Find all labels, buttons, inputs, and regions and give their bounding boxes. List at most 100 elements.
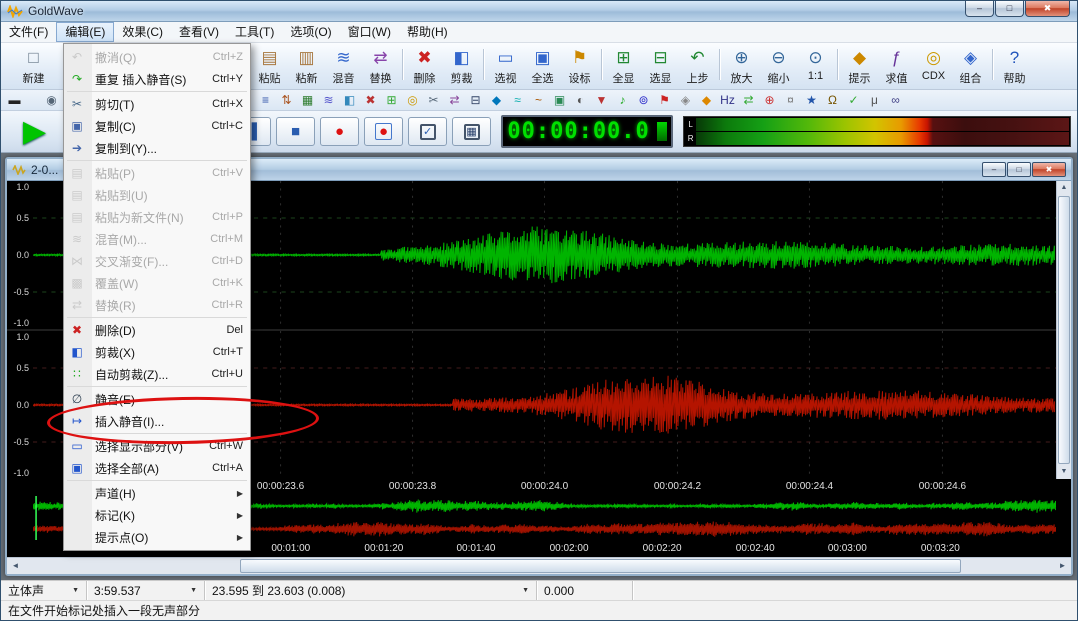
- edit-menu-item-复制[interactable]: ▣复制(C)Ctrl+C: [64, 115, 250, 137]
- document-minimize-button[interactable]: –: [982, 162, 1006, 177]
- scroll-right-arrow[interactable]: ►: [1054, 558, 1071, 574]
- selection-range-selector[interactable]: 23.595 到 23.603 (0.008) ▼: [205, 581, 537, 600]
- toolbar-button-求值[interactable]: ƒ求值: [878, 45, 915, 86]
- edit-menu-item-重复 插入静音[interactable]: ↷重复 插入静音(S)Ctrl+Y: [64, 68, 250, 90]
- record-options-button[interactable]: ✓: [408, 117, 447, 146]
- edit-menu-item-插入静音[interactable]: ↦插入静音(I)...: [64, 410, 250, 432]
- toolbar-button-选显[interactable]: ⊟选显: [642, 45, 679, 86]
- edit-menu-item-替换[interactable]: ⇄替换(R)Ctrl+R: [64, 294, 250, 316]
- menubar-item-文件[interactable]: 文件(F): [1, 22, 56, 42]
- effect-icon-17[interactable]: ◐: [570, 91, 591, 109]
- toolbar-button-缩小[interactable]: ⊖缩小: [760, 45, 797, 86]
- edit-menu-item-静音[interactable]: ∅静音(E): [64, 388, 250, 410]
- effect-icon-27[interactable]: ¤: [780, 91, 801, 109]
- menubar-item-编辑[interactable]: 编辑(E): [56, 22, 114, 42]
- effect-icon-13[interactable]: ◆: [486, 91, 507, 109]
- scroll-left-arrow[interactable]: ◄: [7, 558, 24, 574]
- toolbar-button-剪裁[interactable]: ◧剪裁: [443, 45, 480, 86]
- effect-icon-19[interactable]: ♪: [612, 91, 633, 109]
- effect-icon-29[interactable]: Ω: [822, 91, 843, 109]
- edit-menu-item-选择全部[interactable]: ▣选择全部(A)Ctrl+A: [64, 457, 250, 479]
- toolbar-button-新建[interactable]: □新建: [15, 45, 52, 86]
- toolbar-button-放大[interactable]: ⊕放大: [723, 45, 760, 86]
- edit-menu-item-提示点[interactable]: 提示点(O)▶: [64, 526, 250, 548]
- edit-menu-item-剪切[interactable]: ✂剪切(T)Ctrl+X: [64, 93, 250, 115]
- effect-icon-16[interactable]: ▣: [549, 91, 570, 109]
- document-close-button[interactable]: ✖: [1032, 162, 1066, 177]
- edit-menu-item-剪裁[interactable]: ◧剪裁(X)Ctrl+T: [64, 341, 250, 363]
- edit-menu-item-自动剪裁[interactable]: ∷自动剪裁(Z)...Ctrl+U: [64, 363, 250, 385]
- toolbar-button-全选[interactable]: ▣全选: [524, 45, 561, 86]
- close-button[interactable]: ✖: [1025, 1, 1070, 17]
- edit-menu-item-撤消[interactable]: ↶撤消(Q)Ctrl+Z: [64, 46, 250, 68]
- vertical-scroll-thumb[interactable]: [1058, 196, 1070, 464]
- tool-icon-2[interactable]: ◉: [41, 91, 62, 109]
- effect-icon-28[interactable]: ★: [801, 91, 822, 109]
- edit-menu-item-粘贴为新文件[interactable]: ▤粘贴为新文件(N)Ctrl+P: [64, 206, 250, 228]
- tool-icon-1[interactable]: ▬: [4, 91, 25, 109]
- toolbar-button-全显[interactable]: ⊞全显: [605, 45, 642, 86]
- vertical-scrollbar[interactable]: ▲ ▼: [1056, 181, 1071, 479]
- effect-icon-11[interactable]: ⇄: [444, 91, 465, 109]
- effect-icon-24[interactable]: Hz: [717, 91, 738, 109]
- toolbar-button-设标[interactable]: ⚑设标: [561, 45, 598, 86]
- toolbar-button-选视[interactable]: ▭选视: [487, 45, 524, 86]
- title-bar[interactable]: GoldWave – □ ✖: [1, 1, 1077, 22]
- toolbar-button-提示[interactable]: ◆提示: [841, 45, 878, 86]
- scroll-up-arrow[interactable]: ▲: [1057, 181, 1071, 195]
- toolbar-button-组合[interactable]: ◈组合: [952, 45, 989, 86]
- effect-icon-9[interactable]: ◎: [402, 91, 423, 109]
- effect-icon-5[interactable]: ≋: [318, 91, 339, 109]
- effect-icon-3[interactable]: ⇅: [276, 91, 297, 109]
- effect-icon-26[interactable]: ⊕: [759, 91, 780, 109]
- edit-menu-item-标记[interactable]: 标记(K)▶: [64, 504, 250, 526]
- edit-menu-item-混音[interactable]: ≋混音(M)...Ctrl+M: [64, 228, 250, 250]
- menubar-item-窗口[interactable]: 窗口(W): [340, 22, 399, 42]
- play-button[interactable]: ▶: [23, 117, 46, 147]
- edit-menu-item-复制到[interactable]: ➔复制到(Y)...: [64, 137, 250, 159]
- effect-icon-31[interactable]: μ: [864, 91, 885, 109]
- toolbar-button-1:1[interactable]: ⊙1:1: [797, 45, 834, 82]
- horizontal-scroll-track[interactable]: [24, 558, 1054, 574]
- effect-icon-30[interactable]: ✓: [843, 91, 864, 109]
- maximize-button[interactable]: □: [995, 1, 1024, 17]
- effect-icon-23[interactable]: ◆: [696, 91, 717, 109]
- effect-icon-18[interactable]: ▼: [591, 91, 612, 109]
- toolbar-button-替换[interactable]: ⇄替换: [362, 45, 399, 86]
- record-button[interactable]: ●: [320, 117, 359, 146]
- effect-icon-4[interactable]: ▦: [297, 91, 318, 109]
- effect-icon-20[interactable]: ⊚: [633, 91, 654, 109]
- toolbar-button-CDX[interactable]: ◎CDX: [915, 45, 952, 82]
- stop-button[interactable]: ■: [276, 117, 315, 146]
- display-options-button[interactable]: ▦: [452, 117, 491, 146]
- edit-menu-item-删除[interactable]: ✖删除(D)Del: [64, 319, 250, 341]
- edit-menu-item-选择显示部分[interactable]: ▭选择显示部分(V)Ctrl+W: [64, 435, 250, 457]
- toolbar-button-删除[interactable]: ✖删除: [406, 45, 443, 86]
- toolbar-button-帮助[interactable]: ?帮助: [996, 45, 1033, 86]
- menubar-item-帮助[interactable]: 帮助(H): [399, 22, 456, 42]
- vertical-scroll-track[interactable]: [1057, 195, 1071, 465]
- edit-menu-item-粘贴到[interactable]: ▤粘贴到(U): [64, 184, 250, 206]
- effect-icon-14[interactable]: ≈: [507, 91, 528, 109]
- scroll-down-arrow[interactable]: ▼: [1057, 465, 1071, 479]
- effect-icon-15[interactable]: ~: [528, 91, 549, 109]
- effect-icon-12[interactable]: ⊟: [465, 91, 486, 109]
- menubar-item-工具[interactable]: 工具(T): [227, 22, 282, 42]
- menubar-item-效果[interactable]: 效果(C): [114, 22, 171, 42]
- toolbar-button-上步[interactable]: ↶上步: [679, 45, 716, 86]
- edit-menu-item-声道[interactable]: 声道(H)▶: [64, 482, 250, 504]
- effect-icon-2[interactable]: ≡: [255, 91, 276, 109]
- toolbar-button-粘新[interactable]: ▥粘新: [288, 45, 325, 86]
- effect-icon-8[interactable]: ⊞: [381, 91, 402, 109]
- horizontal-scroll-thumb[interactable]: [240, 559, 961, 573]
- menubar-item-选项[interactable]: 选项(O): [282, 22, 339, 42]
- horizontal-scrollbar[interactable]: ◄ ►: [7, 557, 1071, 574]
- effect-icon-7[interactable]: ✖: [360, 91, 381, 109]
- edit-menu-item-覆盖[interactable]: ▩覆盖(W)Ctrl+K: [64, 272, 250, 294]
- effect-icon-22[interactable]: ◈: [675, 91, 696, 109]
- length-selector[interactable]: 3:59.537 ▼: [87, 581, 205, 600]
- channel-mode-selector[interactable]: 立体声 ▼: [1, 581, 87, 600]
- effect-icon-6[interactable]: ◧: [339, 91, 360, 109]
- effect-icon-25[interactable]: ⇄: [738, 91, 759, 109]
- menubar-item-查看[interactable]: 查看(V): [171, 22, 227, 42]
